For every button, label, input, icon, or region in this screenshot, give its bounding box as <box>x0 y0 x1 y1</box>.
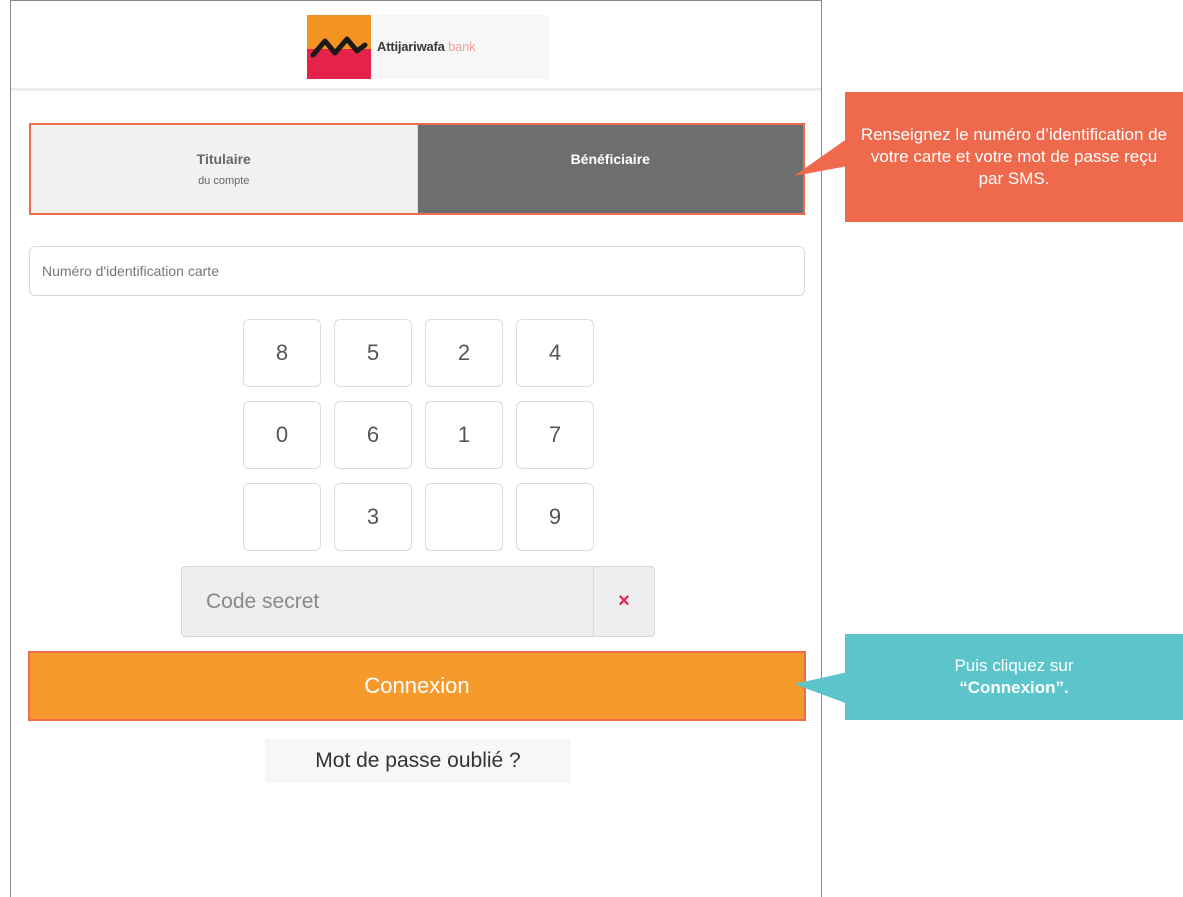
callout-credentials-text: Renseignez le numéro d’identification de… <box>860 125 1168 188</box>
attijariwafa-logo-icon <box>307 15 371 79</box>
keypad-key[interactable]: 9 <box>516 483 594 551</box>
app-header: Attijariwafa bank <box>11 1 821 91</box>
forgot-password-link[interactable]: Mot de passe oublié ? <box>265 739 571 783</box>
logo-name: Attijariwafa <box>377 39 445 54</box>
connexion-button[interactable]: Connexion <box>28 651 806 721</box>
tab-beneficiaire[interactable]: Bénéficiaire <box>417 125 803 213</box>
login-screen-frame: Attijariwafa bank Titulaire du compte Bé… <box>10 0 822 897</box>
keypad-key[interactable]: 8 <box>243 319 321 387</box>
keypad-key-empty[interactable] <box>243 483 321 551</box>
callout-pointer-2 <box>794 672 848 704</box>
secret-code-input[interactable] <box>182 567 593 636</box>
keypad-key[interactable]: 1 <box>425 401 503 469</box>
instruction-callout-connexion: Puis cliquez sur “Connexion”. <box>845 634 1183 720</box>
callout-connexion-prefix: Puis cliquez sur <box>954 656 1074 675</box>
keypad-key-empty[interactable] <box>425 483 503 551</box>
tab-titulaire-title: Titulaire <box>196 151 251 167</box>
tab-beneficiaire-title: Bénéficiaire <box>570 151 650 167</box>
clear-code-button[interactable]: × <box>593 567 654 636</box>
card-id-input[interactable] <box>29 246 805 296</box>
keypad-key[interactable]: 3 <box>334 483 412 551</box>
logo-wordmark: Attijariwafa bank <box>377 39 476 54</box>
keypad-key[interactable]: 0 <box>243 401 321 469</box>
callout-pointer-1 <box>794 138 848 176</box>
virtual-keypad: 8 5 2 4 0 6 1 7 3 9 <box>243 319 599 551</box>
logo-suffix: bank <box>448 39 476 54</box>
secret-code-group: × <box>181 566 655 637</box>
tab-titulaire[interactable]: Titulaire du compte <box>31 125 418 213</box>
keypad-key[interactable]: 2 <box>425 319 503 387</box>
keypad-key[interactable]: 7 <box>516 401 594 469</box>
tab-titulaire-subtitle: du compte <box>198 175 250 187</box>
keypad-key[interactable]: 4 <box>516 319 594 387</box>
keypad-key[interactable]: 5 <box>334 319 412 387</box>
instruction-callout-credentials: Renseignez le numéro d’identification de… <box>845 92 1183 222</box>
callout-connexion-strong: “Connexion”. <box>959 678 1069 697</box>
close-icon: × <box>618 590 630 612</box>
keypad-key[interactable]: 6 <box>334 401 412 469</box>
account-type-tabs: Titulaire du compte Bénéficiaire <box>29 123 805 215</box>
